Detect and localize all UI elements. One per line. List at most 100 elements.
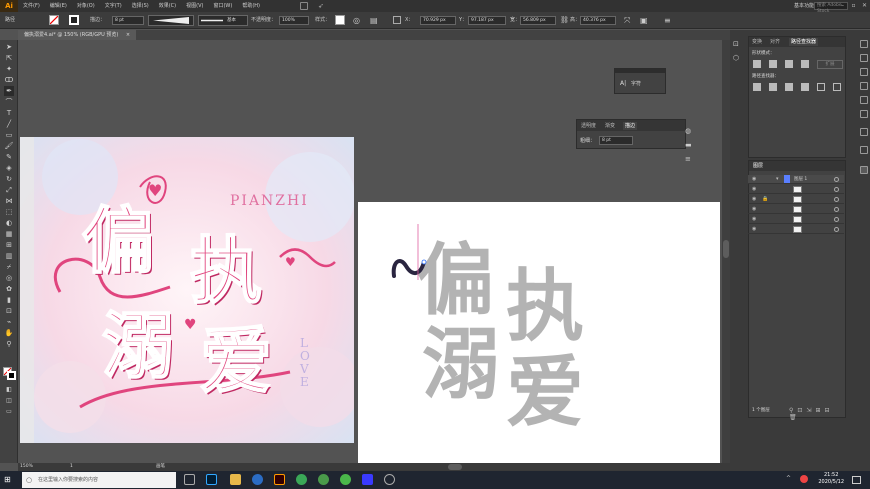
menu-item-file[interactable]: 文件(F) [18,0,45,12]
gradient-tool-icon[interactable]: ▥ [4,251,14,261]
tab-align[interactable]: 对齐 [770,38,780,46]
layers-footer-icons[interactable]: ⚲⊡⇲⊞⊟🗑 [789,407,845,421]
windows-start-icon[interactable]: ⊞ [4,474,14,486]
tray-app-icon[interactable] [800,475,808,483]
paintbrush-tool-icon[interactable]: 🖌 [4,141,14,151]
target-icon[interactable] [834,197,839,202]
swatches-panel-icon[interactable] [860,68,868,76]
bridge-icon[interactable] [300,2,308,10]
x-coordinate-field[interactable]: 70.929 px [420,16,456,25]
eraser-tool-icon[interactable]: ◈ [4,163,14,173]
gpu-rocket-icon[interactable]: ➶ [318,2,324,10]
graph-tool-icon[interactable]: ▮ [4,295,14,305]
pen-path-stroke[interactable] [388,222,448,282]
wechat-icon[interactable] [340,474,351,485]
layer-name[interactable]: 图层 1 [794,176,807,183]
width-tool-icon[interactable]: ⋈ [4,196,14,206]
browser-icon[interactable] [252,474,263,485]
lasso-tool-icon[interactable]: ↀ [4,75,14,85]
appearance-panel-icon[interactable] [860,128,868,136]
visibility-eye-icon[interactable]: ◉ [752,196,758,202]
close-icon[interactable]: ✕ [859,0,870,12]
artboard-number[interactable]: 1 [70,463,73,471]
opacity-field[interactable]: 100% [279,16,309,25]
sublayer-row[interactable]: ◉ [748,185,844,194]
file-explorer-icon[interactable] [230,474,241,485]
target-icon[interactable] [834,217,839,222]
symbol-sprayer-tool-icon[interactable]: ✿ [4,284,14,294]
screen-mode-icon[interactable]: ▭ [4,407,14,417]
crop-icon[interactable] [801,83,809,91]
rectangle-tool-icon[interactable]: ▭ [4,130,14,140]
recolor-artwork-icon[interactable]: ◎ [353,15,364,26]
menu-item-help[interactable]: 帮助(H) [237,0,265,12]
workspace-switcher[interactable]: 基本功能 [794,1,814,11]
horizontal-scroll-thumb[interactable] [448,464,462,470]
stroke-swatch[interactable] [69,15,79,25]
variable-width-profile[interactable] [148,15,194,26]
notification-icon[interactable] [852,476,861,484]
graphic-styles-icon[interactable] [860,110,868,118]
properties-panel-icon[interactable]: ⬡ [733,54,745,64]
target-icon[interactable] [834,187,839,192]
stroke-panel-icon[interactable]: ◍ [685,126,697,136]
toolbar-stroke-swatch[interactable] [7,371,16,380]
drawing-mode-icon[interactable]: ◫ [4,396,14,406]
fill-swatch[interactable] [49,15,59,25]
merge-icon[interactable] [785,83,793,91]
tab-stroke[interactable]: 描边 [623,122,638,130]
libraries-panel-icon[interactable]: ⊡ [733,40,745,50]
tab-pathfinder[interactable]: 路径查找器 [789,38,819,46]
trim-icon[interactable] [769,83,777,91]
visibility-eye-icon[interactable]: ◉ [752,226,758,232]
visibility-eye-icon[interactable]: ◉ [752,186,758,192]
tab-transform[interactable]: 变换 [752,38,762,46]
blend-tool-icon[interactable]: ◎ [4,273,14,283]
visibility-eye-icon[interactable]: ◉ [752,176,758,182]
tab-transparency[interactable]: 透明度 [581,122,596,130]
maximize-icon[interactable]: ▫ [848,0,859,12]
taskbar-search-box[interactable]: ○ 在这里输入你要搜索的内容 [22,472,176,488]
horizontal-scrollbar[interactable]: 150% 1 画笔 [18,463,730,471]
layer-row[interactable]: ◉ ▾ 图层 1 [748,175,844,184]
exclude-icon[interactable] [801,60,809,68]
intersect-icon[interactable] [785,60,793,68]
expand-arrow-icon[interactable]: ▾ [776,176,779,182]
mesh-tool-icon[interactable]: ⊞ [4,240,14,250]
menu-item-object[interactable]: 对象(O) [72,0,100,12]
artboard-tool-icon[interactable]: ⊡ [4,306,14,316]
width-field[interactable]: 56.809 px [520,16,556,25]
menu-item-select[interactable]: 选择(S) [127,0,154,12]
curvature-tool-icon[interactable]: ⌒ [4,97,14,107]
graphic-style-swatch[interactable] [335,15,345,25]
panel-menu-icon[interactable]: ≡ [664,15,671,26]
lock-icon[interactable]: 🔒 [762,196,768,202]
stroke-weight-field[interactable]: 8 pt [112,16,144,25]
app-icon[interactable] [384,474,395,485]
direct-selection-tool-icon[interactable]: ⇱ [4,53,14,63]
target-icon[interactable] [834,207,839,212]
menu-item-type[interactable]: 文字(T) [100,0,127,12]
sublayer-row[interactable]: ◉ 🔒 [748,195,844,204]
menu-item-effect[interactable]: 效果(C) [154,0,181,12]
menu-item-edit[interactable]: 编辑(E) [45,0,72,12]
layers-panel-icon[interactable] [860,166,868,174]
rotate-tool-icon[interactable]: ↻ [4,174,14,184]
app-icon[interactable] [362,474,373,485]
stroke-weight-input[interactable]: 8 pt [599,136,633,145]
media-player-icon[interactable] [296,474,307,485]
pen-tool-icon[interactable]: ✒ [4,86,14,96]
scale-tool-icon[interactable]: ⤢ [4,185,14,195]
outline-icon[interactable] [817,83,825,91]
type-tool-icon[interactable]: T [4,108,14,118]
hand-tool-icon[interactable]: ✋ [4,328,14,338]
y-coordinate-field[interactable]: 97.187 px [468,16,506,25]
transform-icon[interactable]: ⤧ [624,15,630,26]
color-guide-icon[interactable] [860,54,868,62]
sublayer-row[interactable]: ◉ [748,225,844,234]
reference-point-icon[interactable] [393,16,401,24]
brushes-panel-icon[interactable] [860,82,868,90]
unite-icon[interactable] [753,60,761,68]
illustrator-icon[interactable] [274,474,285,485]
target-icon[interactable] [834,227,839,232]
